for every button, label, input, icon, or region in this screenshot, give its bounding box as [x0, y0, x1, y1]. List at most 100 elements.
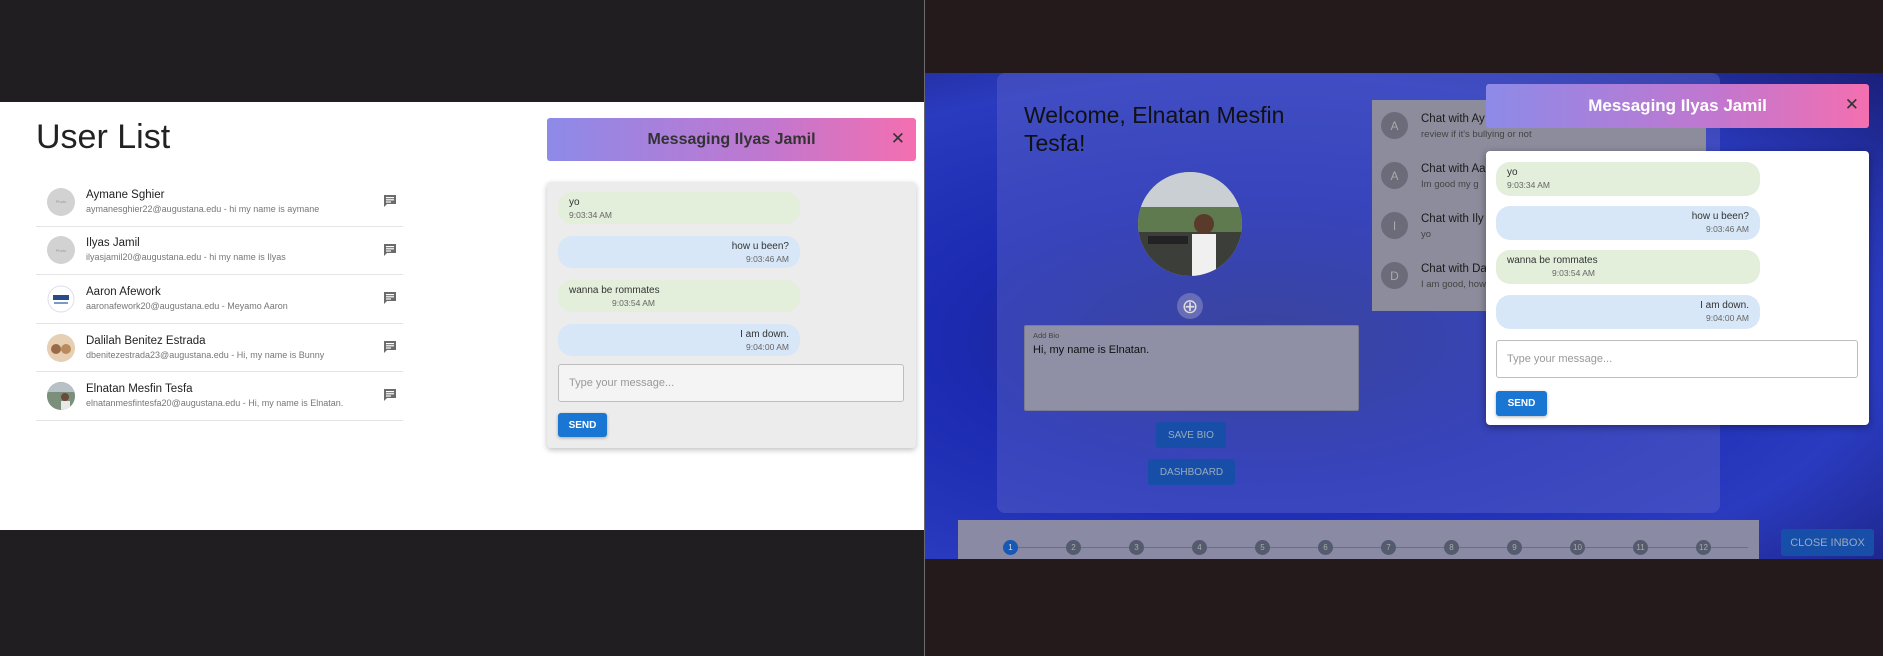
message-bubble: yo 9:03:34 AM [558, 192, 800, 224]
welcome-heading: Welcome, Elnatan Mesfin Tesfa! [1024, 102, 1285, 156]
chat-panel: yo 9:03:34 AM how u been? 9:03:46 AM wan… [1486, 151, 1869, 425]
avatar [47, 284, 75, 313]
page-title: User List [36, 118, 171, 156]
user-row[interactable]: Dalilah Benitez Estrada dbenitezestrada2… [36, 324, 403, 373]
avatar: Photo [47, 187, 75, 216]
user-row[interactable]: Photo Ilyas Jamil ilyasjamil20@augustana… [36, 227, 403, 276]
user-row[interactable]: Aaron Afework aaronafework20@augustana.e… [36, 275, 403, 324]
right-window: Welcome, Elnatan Mesfin Tesfa! ⊕ Add Bio… [925, 0, 1883, 656]
step-9[interactable]: 9 [1507, 540, 1522, 555]
message-text: I am down. [1700, 300, 1749, 311]
inbox-item-title: Chat with Ily [1421, 213, 1484, 225]
message-text: how u been? [731, 241, 789, 252]
message-text: wanna be rommates [1507, 255, 1598, 266]
user-name: Ilyas Jamil [86, 237, 140, 250]
add-photo-icon[interactable]: ⊕ [1177, 293, 1203, 319]
user-name: Elnatan Mesfin Tesfa [86, 383, 193, 396]
step-1[interactable]: 1 [1003, 540, 1018, 555]
user-list-page: User List Photo Aymane Sghier aymanesghi… [0, 102, 924, 530]
message-input-placeholder: Type your message... [569, 377, 675, 389]
chat-header: Messaging Ilyas Jamil ✕ [547, 118, 916, 161]
send-button[interactable]: SEND [558, 413, 607, 437]
profile-photo [1138, 172, 1242, 276]
user-row[interactable]: Elnatan Mesfin Tesfa elnatanmesfintesfa2… [36, 372, 403, 421]
user-subtitle: elnatanmesfintesfa20@augustana.edu - Hi,… [86, 398, 344, 409]
inbox-item-subtitle: yo [1421, 229, 1432, 240]
message-input[interactable]: Type your message... [558, 364, 904, 402]
message-text: yo [569, 197, 580, 208]
send-button[interactable]: SEND [1496, 391, 1547, 416]
avatar: A [1381, 112, 1408, 139]
message-time: 9:03:54 AM [612, 298, 656, 308]
step-10[interactable]: 10 [1570, 540, 1585, 555]
message-time: 9:04:00 AM [745, 342, 789, 352]
message-bubble: I am down. 9:04:00 AM [1496, 295, 1760, 329]
avatar [47, 382, 75, 411]
chat-icon[interactable] [383, 291, 397, 305]
message-bubble: how u been? 9:03:46 AM [558, 236, 800, 268]
step-6[interactable]: 6 [1318, 540, 1333, 555]
close-icon[interactable]: ✕ [891, 129, 905, 149]
user-subtitle: aaronafework20@augustana.edu - Meyamo Aa… [86, 300, 288, 311]
step-4[interactable]: 4 [1192, 540, 1207, 555]
step-8[interactable]: 8 [1444, 540, 1459, 555]
avatar-placeholder: Photo [55, 247, 67, 253]
avatar-placeholder: Photo [55, 199, 67, 205]
user-subtitle: aymanesghier22@augustana.edu - hi my nam… [86, 203, 320, 214]
close-inbox-button[interactable]: CLOSE INBOX [1781, 529, 1874, 556]
message-time: 9:03:54 AM [1552, 268, 1596, 278]
user-name: Aaron Afework [86, 285, 161, 298]
message-time: 9:03:46 AM [745, 254, 789, 264]
message-text: yo [1507, 167, 1518, 178]
message-bubble: I am down. 9:04:00 AM [558, 324, 800, 356]
step-11[interactable]: 11 [1633, 540, 1648, 555]
step-3[interactable]: 3 [1129, 540, 1144, 555]
chat-icon[interactable] [383, 194, 397, 207]
message-bubble: how u been? 9:03:46 AM [1496, 206, 1760, 240]
chat-icon[interactable] [383, 388, 397, 402]
user-list: Photo Aymane Sghier aymanesghier22@augus… [36, 178, 403, 421]
inbox-item-subtitle: review if it's bullying or not [1421, 129, 1532, 140]
avatar: D [1381, 262, 1408, 289]
step-2[interactable]: 2 [1066, 540, 1081, 555]
chat-icon[interactable] [383, 243, 397, 256]
message-bubble: yo 9:03:34 AM [1496, 162, 1760, 196]
chat-title: Messaging Ilyas Jamil [647, 130, 816, 148]
inbox-item-subtitle: I am good, how [1421, 279, 1486, 290]
user-row[interactable]: Photo Aymane Sghier aymanesghier22@augus… [36, 178, 403, 227]
chat-header: Messaging Ilyas Jamil ✕ [1486, 84, 1869, 128]
inbox-item-subtitle: Im good my g [1421, 179, 1479, 190]
user-subtitle: dbenitezestrada23@augustana.edu - Hi, my… [86, 349, 325, 360]
step-7[interactable]: 7 [1381, 540, 1396, 555]
message-time: 9:03:34 AM [1507, 180, 1551, 190]
dashboard-button[interactable]: DASHBOARD [1148, 459, 1235, 485]
avatar [47, 333, 75, 362]
page-stepper: 1 2 3 4 5 6 7 8 9 10 11 12 [958, 520, 1759, 559]
avatar: Photo [47, 236, 75, 265]
step-12[interactable]: 12 [1696, 540, 1711, 555]
bio-text: Hi, my name is Elnatan. [1033, 344, 1150, 356]
message-time: 9:04:00 AM [1705, 313, 1749, 323]
inbox-item-title: Chat with Ay [1421, 113, 1485, 125]
chat-icon[interactable] [383, 340, 397, 353]
bio-field[interactable]: Add Bio Hi, my name is Elnatan. [1024, 325, 1359, 411]
message-bubble: wanna be rommates 9:03:54 AM [1496, 250, 1760, 284]
user-name: Dalilah Benitez Estrada [86, 334, 206, 347]
message-text: I am down. [740, 329, 789, 340]
message-text: wanna be rommates [569, 285, 660, 296]
message-time: 9:03:34 AM [569, 210, 613, 220]
message-input-placeholder: Type your message... [1507, 353, 1613, 365]
user-name: Aymane Sghier [86, 188, 165, 201]
bio-label: Add Bio [1033, 331, 1060, 340]
step-5[interactable]: 5 [1255, 540, 1270, 555]
message-bubble: wanna be rommates 9:03:54 AM [558, 280, 800, 312]
inbox-item-title: Chat with Aa [1421, 163, 1486, 175]
message-text: how u been? [1691, 211, 1749, 222]
inbox-item-title: Chat with Da [1421, 263, 1487, 275]
chat-panel: yo 9:03:34 AM how u been? 9:03:46 AM wan… [547, 182, 916, 448]
message-input[interactable]: Type your message... [1496, 340, 1858, 378]
close-icon[interactable]: ✕ [1845, 95, 1859, 115]
left-window: User List Photo Aymane Sghier aymanesghi… [0, 0, 924, 656]
save-bio-button[interactable]: SAVE BIO [1156, 422, 1226, 448]
message-time: 9:03:46 AM [1705, 224, 1749, 234]
